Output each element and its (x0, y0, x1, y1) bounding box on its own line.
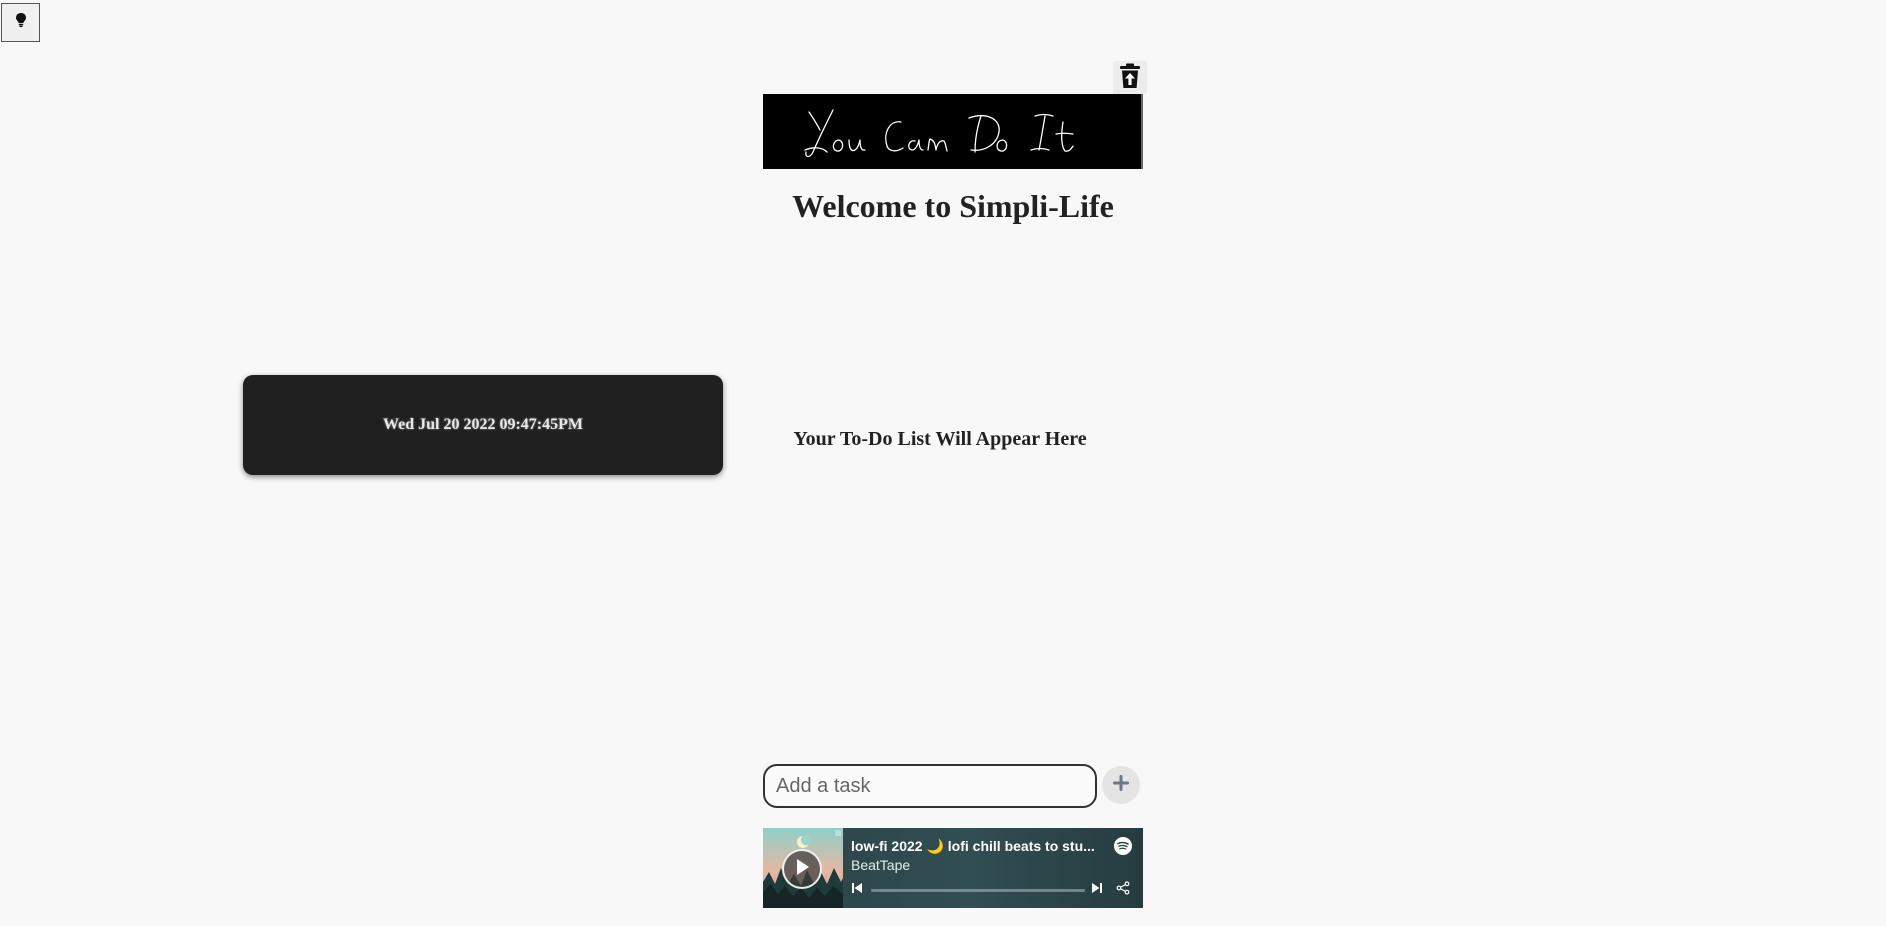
track-artist[interactable]: BeatTape (851, 856, 910, 874)
album-cover (763, 828, 843, 908)
todo-empty-message: Your To-Do List Will Appear Here (793, 428, 1087, 450)
play-icon (794, 858, 810, 881)
add-task-button[interactable] (1102, 766, 1140, 804)
spotify-icon[interactable] (1114, 837, 1132, 855)
clock-datetime: Wed Jul 20 2022 09:47:45PM (383, 416, 583, 433)
plus-icon (1112, 774, 1130, 797)
previous-track-button[interactable] (849, 882, 865, 898)
playback-progress-bar[interactable] (871, 889, 1085, 892)
handwritten-motivation-text (804, 109, 1074, 158)
theme-toggle-button[interactable] (1, 3, 40, 42)
skip-forward-icon (1091, 881, 1103, 899)
next-track-button[interactable] (1089, 882, 1105, 898)
share-icon (1116, 880, 1130, 900)
page-title: Welcome to Simpli-Life (792, 188, 1114, 224)
task-input[interactable] (763, 764, 1097, 808)
share-button[interactable] (1115, 880, 1131, 900)
trash-upload-icon (1119, 63, 1141, 94)
lightbulb-icon (14, 12, 28, 33)
clock-card: Wed Jul 20 2022 09:47:45PM (243, 375, 723, 475)
skip-back-icon (851, 881, 863, 899)
motivation-banner (763, 94, 1143, 169)
spotify-player: low-fi 2022 🌙 lofi chill beats to stu...… (763, 828, 1143, 908)
clear-tasks-button[interactable] (1113, 61, 1147, 95)
play-button[interactable] (782, 849, 822, 889)
track-title[interactable]: low-fi 2022 🌙 lofi chill beats to stu... (851, 837, 1103, 855)
